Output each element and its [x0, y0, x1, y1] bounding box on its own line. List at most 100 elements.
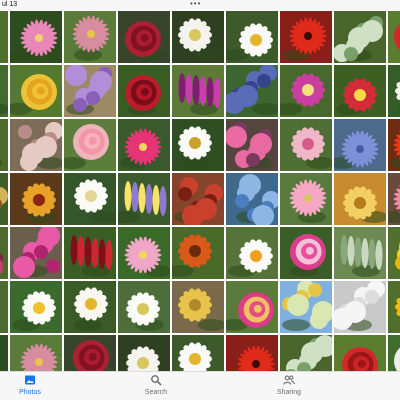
- photo-thumbnail[interactable]: [64, 11, 116, 63]
- search-icon: [151, 375, 162, 386]
- flower-photo: [0, 11, 8, 63]
- status-bar: ul 13 •••: [0, 0, 400, 10]
- photo-thumbnail[interactable]: [334, 119, 386, 171]
- photo-thumbnail[interactable]: [334, 65, 386, 117]
- flower-photo: [118, 335, 170, 373]
- photo-thumbnail[interactable]: [10, 65, 62, 117]
- flower-photo: [172, 335, 224, 373]
- photo-thumbnail[interactable]: [10, 119, 62, 171]
- photo-thumbnail[interactable]: [388, 281, 400, 333]
- photo-thumbnail[interactable]: [280, 119, 332, 171]
- flower-photo: [226, 173, 278, 225]
- photo-thumbnail[interactable]: [0, 119, 8, 171]
- flower-photo: [0, 227, 8, 279]
- photo-thumbnail[interactable]: [226, 65, 278, 117]
- photo-thumbnail[interactable]: [226, 119, 278, 171]
- photo-thumbnail[interactable]: [64, 65, 116, 117]
- photo-thumbnail[interactable]: [280, 281, 332, 333]
- flower-photo: [334, 65, 386, 117]
- flower-photo: [64, 335, 116, 373]
- tab-sharing[interactable]: Sharing: [259, 374, 319, 400]
- photo-thumbnail[interactable]: [388, 11, 400, 63]
- photo-thumbnail[interactable]: [334, 173, 386, 225]
- flower-photo: [118, 227, 170, 279]
- flower-photo: [280, 65, 332, 117]
- photo-thumbnail[interactable]: [118, 65, 170, 117]
- photo-thumbnail[interactable]: [388, 65, 400, 117]
- photo-thumbnail[interactable]: [64, 227, 116, 279]
- photo-thumbnail[interactable]: [10, 11, 62, 63]
- photo-thumbnail[interactable]: [388, 335, 400, 373]
- photo-thumbnail[interactable]: [280, 65, 332, 117]
- multitasking-dots-icon[interactable]: •••: [190, 0, 201, 9]
- flower-photo: [334, 335, 386, 373]
- photo-thumbnail[interactable]: [0, 281, 8, 333]
- photo-thumbnail[interactable]: [172, 11, 224, 63]
- photo-thumbnail[interactable]: [0, 65, 8, 117]
- flower-photo: [334, 11, 386, 63]
- flower-photo: [172, 227, 224, 279]
- photo-thumbnail[interactable]: [64, 173, 116, 225]
- photo-thumbnail[interactable]: [226, 335, 278, 373]
- photo-thumbnail[interactable]: [0, 335, 8, 373]
- flower-photo: [10, 119, 62, 171]
- photo-thumbnail[interactable]: [334, 281, 386, 333]
- photo-thumbnail[interactable]: [388, 227, 400, 279]
- photo-thumbnail[interactable]: [334, 335, 386, 373]
- tab-photos[interactable]: Photos: [0, 374, 60, 400]
- photo-thumbnail[interactable]: [64, 335, 116, 373]
- photo-thumbnail[interactable]: [10, 173, 62, 225]
- flower-photo: [334, 281, 386, 333]
- photo-thumbnail[interactable]: [172, 173, 224, 225]
- flower-photo: [172, 11, 224, 63]
- flower-photo: [118, 11, 170, 63]
- photo-thumbnail[interactable]: [172, 335, 224, 373]
- photo-thumbnail[interactable]: [388, 173, 400, 225]
- photo-thumbnail[interactable]: [118, 119, 170, 171]
- photo-thumbnail[interactable]: [226, 281, 278, 333]
- flower-photo: [118, 281, 170, 333]
- photo-thumbnail[interactable]: [226, 173, 278, 225]
- flower-photo: [172, 65, 224, 117]
- flower-photo: [118, 119, 170, 171]
- photo-thumbnail[interactable]: [388, 119, 400, 171]
- photo-thumbnail[interactable]: [226, 11, 278, 63]
- flower-photo: [64, 281, 116, 333]
- photo-thumbnail[interactable]: [334, 227, 386, 279]
- photo-thumbnail[interactable]: [226, 227, 278, 279]
- photo-thumbnail[interactable]: [0, 173, 8, 225]
- photo-thumbnail[interactable]: [0, 227, 8, 279]
- photo-grid[interactable]: [0, 11, 400, 373]
- photo-thumbnail[interactable]: [0, 11, 8, 63]
- photo-thumbnail[interactable]: [280, 227, 332, 279]
- photo-thumbnail[interactable]: [118, 173, 170, 225]
- photo-thumbnail[interactable]: [10, 227, 62, 279]
- photo-thumbnail[interactable]: [172, 281, 224, 333]
- photo-thumbnail[interactable]: [280, 335, 332, 373]
- photo-thumbnail[interactable]: [334, 11, 386, 63]
- photo-thumbnail[interactable]: [280, 173, 332, 225]
- photos-icon: [25, 375, 35, 385]
- flower-photo: [64, 65, 116, 117]
- photo-thumbnail[interactable]: [172, 227, 224, 279]
- tab-label-sharing: Sharing: [276, 389, 302, 396]
- tab-label-photos: Photos: [19, 389, 41, 396]
- flower-photo: [226, 65, 278, 117]
- photo-thumbnail[interactable]: [172, 119, 224, 171]
- photo-thumbnail[interactable]: [172, 65, 224, 117]
- photo-thumbnail[interactable]: [10, 281, 62, 333]
- photo-thumbnail[interactable]: [10, 335, 62, 373]
- flower-photo: [388, 227, 400, 279]
- photo-thumbnail[interactable]: [118, 335, 170, 373]
- photo-thumbnail[interactable]: [64, 281, 116, 333]
- photo-thumbnail[interactable]: [118, 227, 170, 279]
- photo-thumbnail[interactable]: [280, 11, 332, 63]
- flower-photo: [64, 173, 116, 225]
- flower-photo: [388, 335, 400, 373]
- photo-thumbnail[interactable]: [118, 281, 170, 333]
- flower-photo: [388, 11, 400, 63]
- photo-thumbnail[interactable]: [118, 11, 170, 63]
- photo-thumbnail[interactable]: [64, 119, 116, 171]
- tab-search[interactable]: Search: [126, 374, 186, 400]
- flower-photo: [118, 173, 170, 225]
